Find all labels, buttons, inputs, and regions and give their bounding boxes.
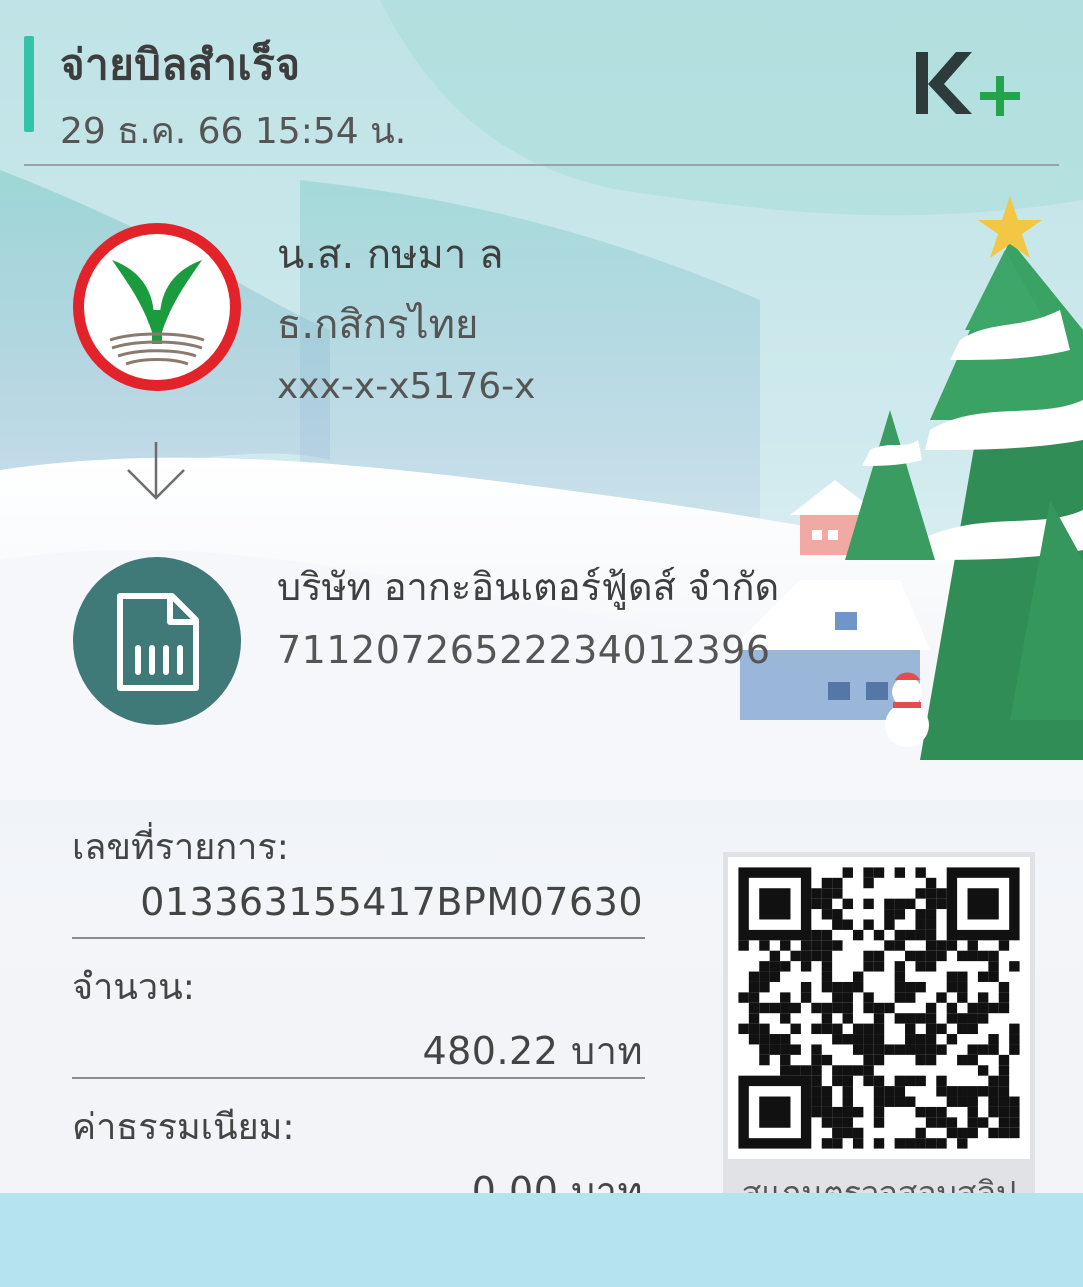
sender-bank: ธ.กสิกรไทย [277,302,479,348]
ref-divider [72,937,645,939]
payment-slip: จ่ายบิลสำเร็จ 29 ธ.ค. 66 15:54 น. น.ส. ก… [0,0,1083,1287]
amount-value: 480.22 บาท [422,1029,643,1073]
kplus-logo [916,52,1020,116]
arrow-down-icon [127,442,185,500]
sender-account: xxx-x-x5176-x [277,366,536,407]
transaction-datetime: 29 ธ.ค. 66 15:54 น. [60,111,407,152]
transaction-ref-label: เลขที่รายการ: [72,827,289,868]
biller-name: บริษัท อากะอินเตอร์ฟู้ดส์ จำกัด [277,565,780,609]
verification-qr-code[interactable] [728,857,1030,1159]
header-divider [24,164,1059,166]
amount-divider [72,1077,645,1079]
kasikorn-bank-logo-icon [73,223,241,391]
bill-document-icon [73,557,241,725]
page-title: จ่ายบิลสำเร็จ [60,40,301,89]
fee-label: ค่าธรรมเนียม: [72,1107,295,1148]
title-accent-bar [24,36,34,132]
qr-code-icon [728,857,1030,1159]
footer-band [0,1193,1083,1287]
transaction-ref-value: 013363155417BPM07630 [140,880,643,924]
amount-label: จำนวน: [72,967,195,1008]
sender-name: น.ส. กษมา ล [277,232,504,278]
biller-reference: 71120726522234012396 [277,628,771,672]
